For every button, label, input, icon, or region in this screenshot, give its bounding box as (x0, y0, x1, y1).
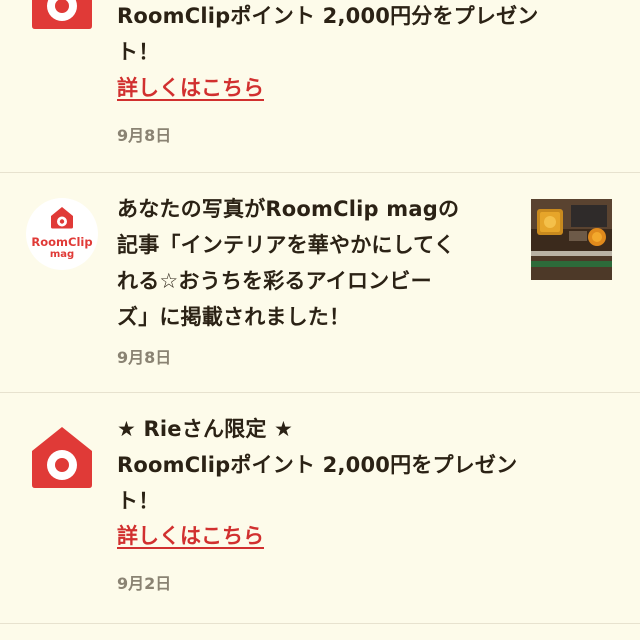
notification-message: RoomClipポイント 2,000円分をプレゼン ト！ (117, 0, 538, 70)
mag-logo-text-bottom: mag (50, 249, 74, 260)
mag-logo-text-top: RoomClip (31, 235, 92, 249)
notification-date: 9月8日 (117, 348, 172, 367)
message-line: ト！ (117, 40, 160, 64)
notification-item-3[interactable]: ★ Rieさん限定 ★ RoomClipポイント 2,000円をプレゼン ト！ … (0, 393, 640, 623)
roomclip-house-icon (30, 0, 94, 30)
roomclip-mag-logo: RoomClip mag (26, 198, 98, 270)
message-line: 記事「インテリアを華やかにしてく (117, 233, 455, 257)
notification-message: あなたの写真がRoomClip magの 記事「インテリアを華やかにしてく れる… (117, 191, 459, 335)
details-link[interactable]: 詳しくはこちら (117, 521, 264, 551)
details-link[interactable]: 詳しくはこちら (117, 73, 264, 103)
message-line: RoomClipポイント 2,000円分をプレゼン (117, 4, 539, 28)
divider (0, 623, 640, 624)
message-line: RoomClipポイント 2,000円をプレゼン (117, 453, 518, 477)
message-line: ★ Rieさん限定 ★ (117, 417, 294, 441)
notification-item-2[interactable]: RoomClip mag あなたの写真がRoomClip magの 記事「インテ… (0, 173, 640, 392)
roomclip-house-icon (30, 425, 94, 489)
notification-item-1[interactable]: RoomClipポイント 2,000円分をプレゼン ト！ 詳しくはこちら 9月8… (0, 0, 640, 172)
notification-message: ★ Rieさん限定 ★ RoomClipポイント 2,000円をプレゼン ト！ (117, 411, 517, 519)
notification-date: 9月2日 (117, 574, 172, 593)
notification-date: 9月8日 (117, 126, 172, 145)
message-line: あなたの写真がRoomClip magの (117, 197, 460, 221)
notification-feed: RoomClipポイント 2,000円分をプレゼン ト！ 詳しくはこちら 9月8… (0, 0, 640, 640)
message-line: ズ」に掲載されました！ (117, 305, 351, 329)
message-line: れる☆おうちを彩るアイロンビー (117, 269, 432, 293)
message-line: ト！ (117, 489, 160, 513)
photo-thumbnail[interactable] (531, 199, 612, 280)
